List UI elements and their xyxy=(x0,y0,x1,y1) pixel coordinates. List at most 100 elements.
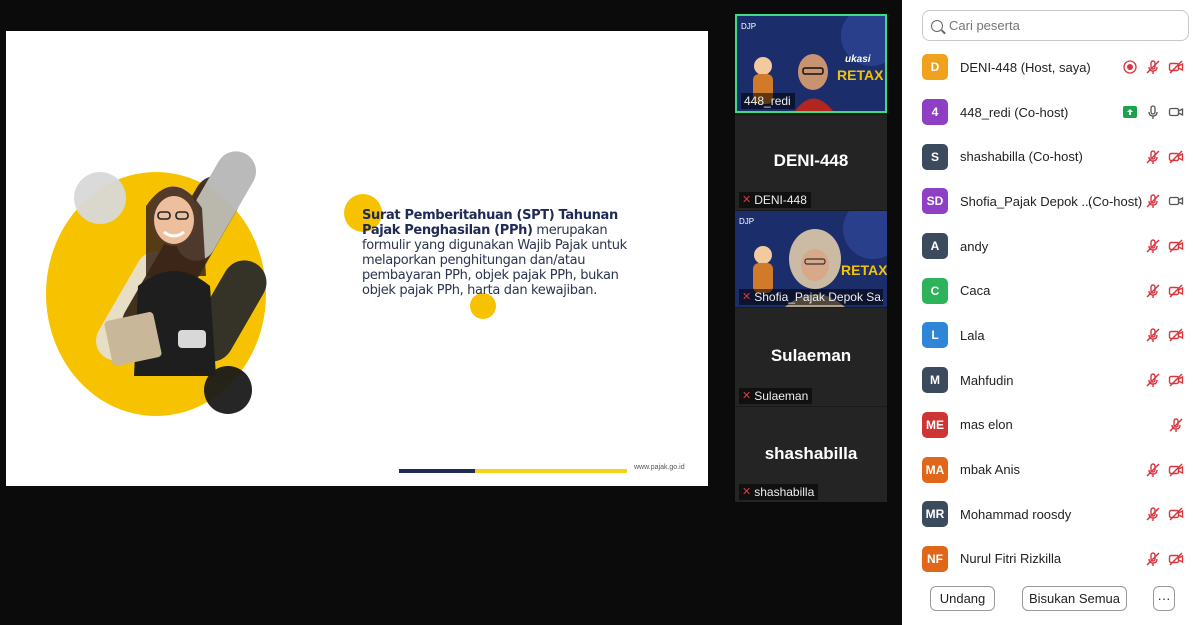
slide-url: www.pajak.go.id xyxy=(634,464,685,471)
avatar: L xyxy=(922,322,948,349)
mic-off-icon[interactable] xyxy=(1144,237,1162,255)
mic-off-icon[interactable] xyxy=(1144,282,1162,300)
video-tile-shofia[interactable]: DJP RETAX ✕ Shofia_Pajak Depok Sa... xyxy=(735,211,887,307)
participant-status-icons xyxy=(1144,550,1185,568)
participant-row[interactable]: L Lala xyxy=(902,313,1193,358)
more-button[interactable]: ··· xyxy=(1153,586,1175,611)
tile-label: ✕ DENI-448 xyxy=(739,192,811,208)
mic-off-icon: ✕ xyxy=(742,291,752,303)
mic-off-icon: ✕ xyxy=(742,390,752,402)
avatar: MR xyxy=(922,501,948,528)
shared-screen-slide: Surat Pemberitahuan (SPT) Tahunan Pajak … xyxy=(6,31,708,486)
avatar: C xyxy=(922,277,948,304)
participant-row[interactable]: NF Nurul Fitri Rizkilla xyxy=(902,537,1193,582)
mic-off-icon[interactable] xyxy=(1144,58,1162,76)
mute-all-button[interactable]: Bisukan Semua xyxy=(1022,586,1127,611)
mic-off-icon: ✕ xyxy=(742,194,752,206)
svg-text:RETAX: RETAX xyxy=(837,67,884,83)
video-strip[interactable]: DJP ukasi RETAX 448_redi DENI-448 ✕ DENI-… xyxy=(735,14,887,502)
meeting-window: Surat Pemberitahuan (SPT) Tahunan Pajak … xyxy=(0,0,1193,625)
video-off-icon[interactable] xyxy=(1167,237,1185,255)
invite-button[interactable]: Undang xyxy=(930,586,995,611)
mic-off-icon[interactable] xyxy=(1144,326,1162,344)
participant-status-icons xyxy=(1144,326,1185,344)
avatar: D xyxy=(922,54,948,81)
search-icon xyxy=(931,19,943,32)
video-off-icon[interactable] xyxy=(1167,326,1185,344)
participant-status-icons xyxy=(1144,371,1185,389)
mic-icon[interactable] xyxy=(1144,103,1162,121)
search-box[interactable] xyxy=(922,10,1189,41)
participant-name: Shofia_Pajak Depok ... xyxy=(960,193,1093,209)
screen-share-icon[interactable] xyxy=(1121,103,1139,121)
participant-role: (Co-host) xyxy=(1088,193,1143,209)
participant-name: andy xyxy=(960,238,989,254)
participant-row[interactable]: M Mahfudin xyxy=(902,358,1193,403)
video-icon[interactable] xyxy=(1167,103,1185,121)
avatar: S xyxy=(922,143,948,170)
participant-row[interactable]: MR Mohammad roosdy xyxy=(902,492,1193,537)
participant-status-icons xyxy=(1144,237,1185,255)
participant-row[interactable]: C Caca xyxy=(902,268,1193,313)
mic-off-icon: ✕ xyxy=(742,486,752,498)
video-off-icon[interactable] xyxy=(1167,148,1185,166)
tile-name: shashabilla xyxy=(764,444,858,463)
mic-off-icon[interactable] xyxy=(1144,461,1162,479)
video-off-icon[interactable] xyxy=(1167,282,1185,300)
video-off-icon[interactable] xyxy=(1167,461,1185,479)
video-icon[interactable] xyxy=(1167,192,1185,210)
avatar: ME xyxy=(922,411,948,438)
slide-photo-collage xyxy=(46,151,267,416)
avatar: 4 xyxy=(922,99,948,126)
participant-row[interactable]: D DENI-448 (Host, saya) xyxy=(902,45,1193,90)
participant-name: DENI-448 (Host, saya) xyxy=(960,59,1091,75)
participant-list: D DENI-448 (Host, saya) 4 448_redi (Co-host… xyxy=(902,45,1193,581)
video-off-icon[interactable] xyxy=(1167,505,1185,523)
participant-row[interactable]: 4 448_redi (Co-host) xyxy=(902,90,1193,135)
video-off-icon[interactable] xyxy=(1167,58,1185,76)
participant-row[interactable]: MA mbak Anis xyxy=(902,447,1193,492)
video-tile-sulaeman[interactable]: Sulaeman ✕ Sulaeman xyxy=(735,308,887,406)
avatar: MA xyxy=(922,456,948,483)
participant-status-icons xyxy=(1167,416,1185,434)
tile-name: DENI-448 xyxy=(773,151,849,170)
svg-text:DJP: DJP xyxy=(741,22,756,31)
participant-status-icons xyxy=(1144,192,1185,210)
mic-off-icon[interactable] xyxy=(1144,192,1162,210)
svg-text:DJP: DJP xyxy=(739,217,754,226)
participant-name: mbak Anis xyxy=(960,462,1020,478)
mic-off-icon[interactable] xyxy=(1144,550,1162,568)
tile-label: ✕ Shofia_Pajak Depok Sa... xyxy=(739,289,883,305)
participant-name: mas elon xyxy=(960,417,1013,433)
participants-panel: D DENI-448 (Host, saya) 4 448_redi (Co-host… xyxy=(902,0,1193,625)
participant-row[interactable]: SD Shofia_Pajak Depok ... (Co-host) xyxy=(902,179,1193,224)
search-input[interactable] xyxy=(949,18,1179,33)
video-tile-deni-448[interactable]: DENI-448 ✕ DENI-448 xyxy=(735,115,887,210)
slide-footer-bar xyxy=(399,469,627,473)
participant-name: Caca xyxy=(960,283,991,299)
participant-status-icons xyxy=(1121,103,1185,121)
panel-footer: Undang Bisukan Semua ··· xyxy=(902,582,1193,616)
tile-label: 448_redi xyxy=(741,93,795,109)
participant-name: Nurul Fitri Rizkilla xyxy=(960,551,1062,567)
participant-name: Lala xyxy=(960,327,985,343)
video-tile-448-redi[interactable]: DJP ukasi RETAX 448_redi xyxy=(735,14,887,113)
video-off-icon[interactable] xyxy=(1167,371,1185,389)
participant-row[interactable]: Aandy xyxy=(902,224,1193,269)
mic-off-icon[interactable] xyxy=(1144,505,1162,523)
tile-label: ✕ Sulaeman xyxy=(739,388,813,404)
participant-status-icons xyxy=(1121,58,1185,76)
tile-label: ✕ shashabilla xyxy=(739,484,819,500)
mic-off-icon[interactable] xyxy=(1144,371,1162,389)
participant-name: shashabilla (Co-host) xyxy=(960,149,1083,165)
video-tile-shashabilla[interactable]: shashabilla ✕ shashabilla xyxy=(735,407,887,502)
avatar: A xyxy=(922,233,948,260)
avatar: NF xyxy=(922,545,948,572)
record-icon[interactable] xyxy=(1121,58,1139,76)
mic-off-icon[interactable] xyxy=(1144,148,1162,166)
slide-paragraph: Surat Pemberitahuan (SPT) Tahunan Pajak … xyxy=(362,208,632,298)
mic-off-icon[interactable] xyxy=(1167,416,1185,434)
participant-row[interactable]: Sshashabilla (Co-host) xyxy=(902,134,1193,179)
video-off-icon[interactable] xyxy=(1167,550,1185,568)
participant-row[interactable]: ME mas elon xyxy=(902,403,1193,448)
